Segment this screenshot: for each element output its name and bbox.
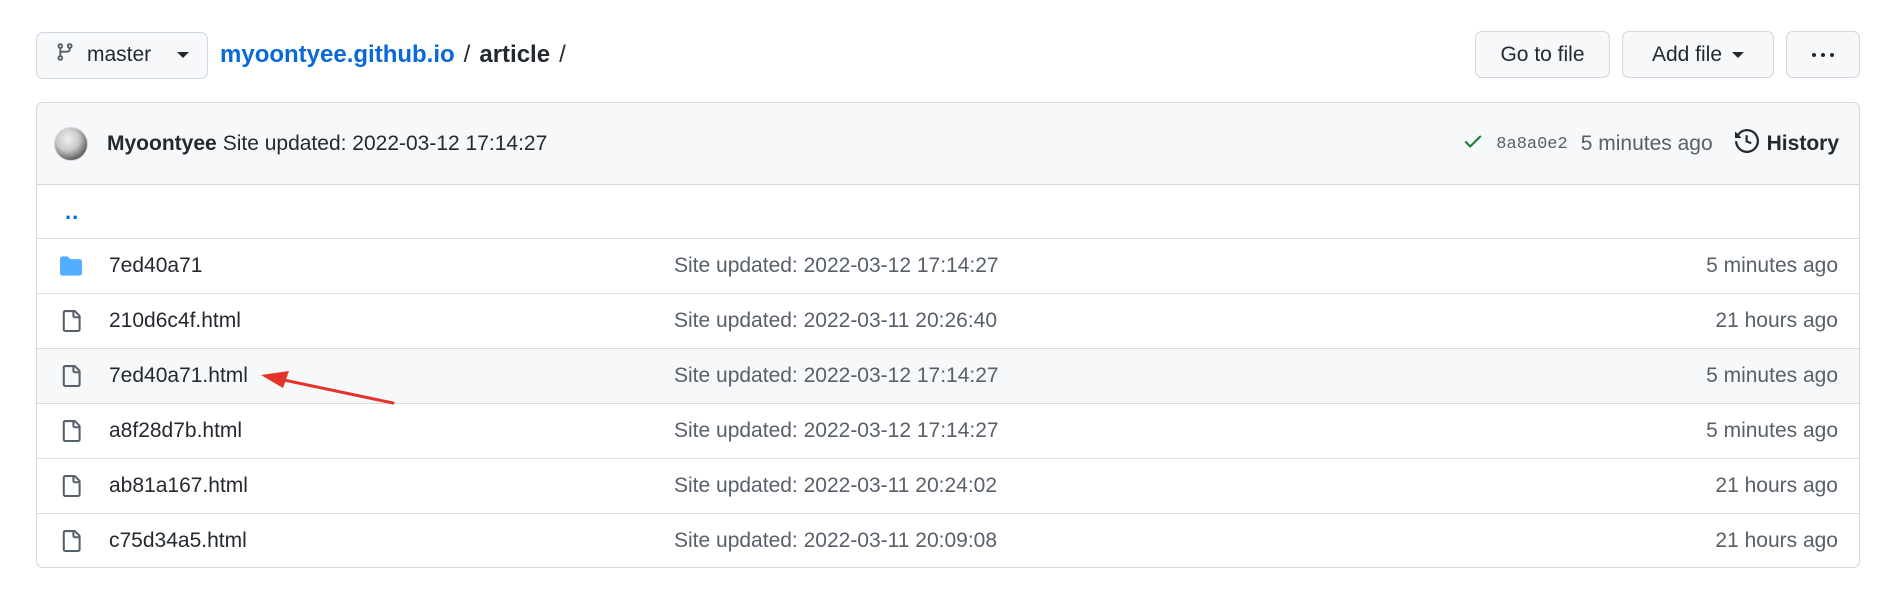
parent-directory-link[interactable]: ..: [65, 199, 79, 225]
file-icon: [59, 529, 83, 553]
latest-commit-bar: Myoontyee Site updated: 2022-03-12 17:14…: [37, 103, 1859, 185]
caret-down-icon: [177, 52, 190, 58]
avatar[interactable]: [54, 126, 88, 161]
git-branch-icon: [55, 41, 75, 69]
file-row[interactable]: a8f28d7b.html Site updated: 2022-03-12 1…: [37, 403, 1859, 458]
breadcrumb-separator: /: [463, 41, 471, 68]
file-name-link[interactable]: 7ed40a71: [109, 254, 202, 278]
breadcrumb-current-folder: article: [479, 41, 551, 68]
commit-time: 5 minutes ago: [1580, 132, 1713, 155]
history-icon: [1734, 128, 1759, 159]
history-link[interactable]: History: [1734, 128, 1839, 159]
file-name-link[interactable]: a8f28d7b.html: [109, 419, 242, 443]
go-to-file-button[interactable]: Go to file: [1475, 31, 1610, 78]
file-commit-message[interactable]: Site updated: 2022-03-11 20:26:40: [674, 309, 997, 333]
check-icon[interactable]: [1462, 130, 1484, 159]
file-icon: [59, 364, 83, 388]
file-commit-time: 5 minutes ago: [1706, 254, 1838, 277]
file-commit-time: 5 minutes ago: [1706, 364, 1838, 387]
branch-name: master: [87, 43, 152, 66]
folder-icon: [59, 254, 83, 278]
file-icon: [59, 309, 83, 333]
file-icon: [59, 474, 83, 498]
file-name-link[interactable]: ab81a167.html: [109, 474, 248, 498]
file-row[interactable]: 7ed40a71.html Site updated: 2022-03-12 1…: [37, 348, 1859, 403]
add-file-label: Add file: [1651, 42, 1723, 66]
file-commit-message[interactable]: Site updated: 2022-03-11 20:24:02: [674, 474, 997, 498]
repo-toolbar: master myoontyee.github.io / article / G…: [36, 31, 1860, 79]
caret-down-icon: [1732, 51, 1745, 58]
commit-message[interactable]: Site updated: 2022-03-12 17:14:27: [223, 132, 548, 156]
file-commit-message[interactable]: Site updated: 2022-03-12 17:14:27: [674, 254, 999, 278]
toolbar-actions: Go to file Add file: [1475, 31, 1860, 78]
breadcrumb: myoontyee.github.io / article /: [220, 41, 566, 69]
commit-sha-link[interactable]: 8a8a0e2: [1496, 135, 1567, 154]
file-row[interactable]: ab81a167.html Site updated: 2022-03-11 2…: [37, 458, 1859, 513]
branch-select-button[interactable]: master: [36, 31, 208, 79]
file-commit-time: 21 hours ago: [1715, 309, 1838, 332]
file-name-link[interactable]: 210d6c4f.html: [109, 309, 241, 333]
file-commit-message[interactable]: Site updated: 2022-03-12 17:14:27: [674, 419, 999, 443]
file-commit-time: 21 hours ago: [1715, 529, 1838, 552]
file-name-link[interactable]: 7ed40a71.html: [109, 364, 248, 388]
breadcrumb-separator: /: [559, 41, 566, 68]
file-icon: [59, 419, 83, 443]
file-commit-message[interactable]: Site updated: 2022-03-11 20:09:08: [674, 529, 997, 553]
file-row[interactable]: 210d6c4f.html Site updated: 2022-03-11 2…: [37, 293, 1859, 348]
file-commit-time: 21 hours ago: [1715, 474, 1838, 497]
breadcrumb-repo-link[interactable]: myoontyee.github.io: [220, 41, 455, 69]
more-options-button[interactable]: [1786, 31, 1860, 78]
file-browser: Myoontyee Site updated: 2022-03-12 17:14…: [36, 102, 1860, 568]
commit-author[interactable]: Myoontyee: [107, 132, 217, 156]
file-commit-message[interactable]: Site updated: 2022-03-12 17:14:27: [674, 364, 999, 388]
file-name-link[interactable]: c75d34a5.html: [109, 529, 247, 553]
file-row[interactable]: 7ed40a71 Site updated: 2022-03-12 17:14:…: [37, 238, 1859, 293]
parent-directory-row[interactable]: ..: [37, 185, 1859, 238]
file-commit-time: 5 minutes ago: [1706, 419, 1838, 442]
kebab-horizontal-icon: [1812, 52, 1834, 57]
file-row[interactable]: c75d34a5.html Site updated: 2022-03-11 2…: [37, 513, 1859, 567]
commit-meta: 8a8a0e2 5 minutes ago History: [1462, 103, 1839, 185]
history-label: History: [1766, 132, 1839, 155]
add-file-button[interactable]: Add file: [1622, 31, 1774, 78]
